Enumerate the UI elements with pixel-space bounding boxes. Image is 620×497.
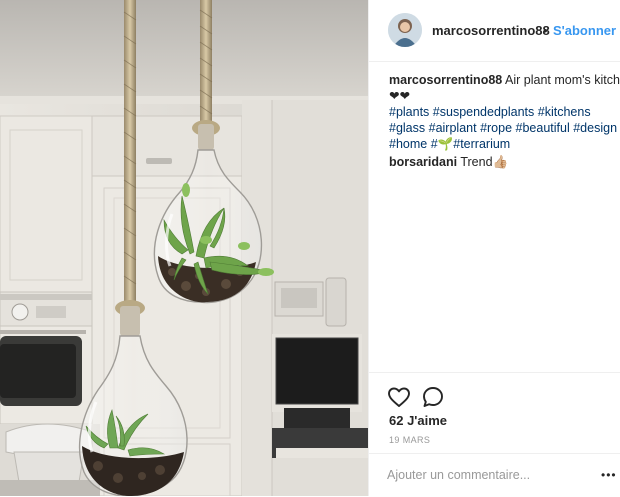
heart-icon <box>388 387 410 407</box>
thumbs-up-icon: 👍🏼 <box>492 155 509 169</box>
comment: borsaridani Trend👍🏼 <box>389 154 620 170</box>
caption-text: Air plant mom's kitchen <box>505 73 620 87</box>
hashtag[interactable]: #beautiful <box>516 121 570 135</box>
likes-count[interactable]: 62 J'aime <box>389 413 447 428</box>
caption-line-2: ❤❤ <box>389 88 620 104</box>
caption-hashtags-1: #plants #suspendedplants #kitchens <box>389 104 620 120</box>
comments-section: marcosorrentino88 Air plant mom's kitche… <box>389 72 620 170</box>
more-options-icon[interactable]: ••• <box>601 469 617 481</box>
follow-button[interactable]: S'abonner <box>553 23 616 38</box>
hearts-emoji: ❤❤ <box>389 89 410 103</box>
comment-text: Trend <box>460 155 493 169</box>
hashtag[interactable]: #design <box>573 121 617 135</box>
hashtag[interactable]: # <box>431 137 438 151</box>
kitchen-terrarium-photo <box>0 0 368 496</box>
hashtag[interactable]: #home <box>389 137 427 151</box>
header-separator: • <box>543 23 548 38</box>
sprout-icon: 🌱 <box>437 137 454 151</box>
hashtag[interactable]: #rope <box>480 121 512 135</box>
hashtag[interactable]: #suspendedplants <box>433 105 534 119</box>
comment-button[interactable] <box>421 385 445 409</box>
post-header: marcosorrentino88 • S'abonner <box>369 0 620 62</box>
hashtag[interactable]: #kitchens <box>538 105 591 119</box>
comment-icon <box>423 387 443 407</box>
post-side-panel: marcosorrentino88 • S'abonner marcosorre… <box>368 0 620 496</box>
caption-line-1: marcosorrentino88 Air plant mom's kitche… <box>389 72 620 88</box>
comment-input[interactable] <box>387 465 597 485</box>
comment-username[interactable]: borsaridani <box>389 155 457 169</box>
avatar-image <box>388 13 422 47</box>
like-button[interactable] <box>387 385 411 409</box>
add-comment-bar: ••• <box>369 453 620 497</box>
caption-hashtags-2: #glass #airplant #rope #beautiful #desig… <box>389 120 620 136</box>
hashtag[interactable]: #plants <box>389 105 429 119</box>
post-date: 19 MARS <box>389 435 431 445</box>
post-photo[interactable] <box>0 0 368 496</box>
avatar[interactable] <box>388 13 422 47</box>
hashtag[interactable]: #airplant <box>429 121 477 135</box>
caption-username[interactable]: marcosorrentino88 <box>389 73 502 87</box>
caption-hashtags-3: #home #🌱#terrarium <box>389 136 620 152</box>
header-username[interactable]: marcosorrentino88 <box>432 23 550 38</box>
hashtag[interactable]: #glass <box>389 121 425 135</box>
post-actions: 62 J'aime 19 MARS ••• <box>369 372 620 496</box>
instagram-post: marcosorrentino88 • S'abonner marcosorre… <box>0 0 620 496</box>
hashtag[interactable]: #terrarium <box>453 137 510 151</box>
